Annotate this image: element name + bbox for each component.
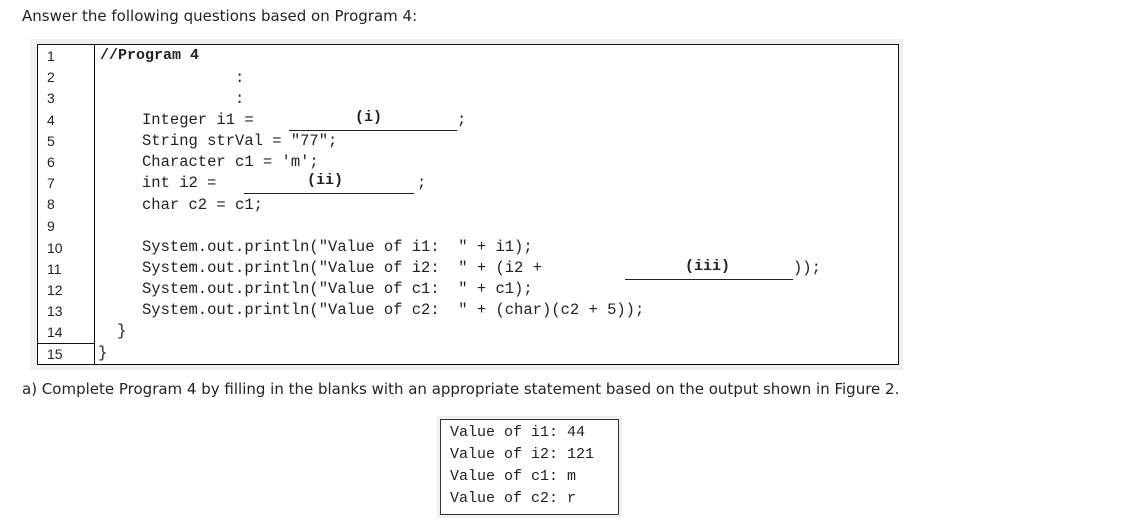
instructions-text: Answer the following questions based on …: [22, 7, 418, 25]
code-line-5: String strVal = "77";: [142, 132, 338, 150]
line-number: 1: [47, 48, 55, 64]
line-number: 8: [47, 196, 55, 212]
blank-line: [289, 130, 457, 131]
code-line-12: System.out.println("Value of c1: " + c1)…: [142, 280, 533, 298]
code-line-7: int i2 =: [142, 174, 217, 192]
line-number: 4: [47, 112, 55, 128]
line-number: 5: [47, 133, 55, 149]
line-number: 12: [47, 282, 63, 298]
line-number: 13: [47, 303, 63, 319]
line-number: 10: [47, 240, 63, 256]
code-line-8: char c2 = c1;: [142, 196, 263, 214]
code-comment: //Program 4: [100, 47, 200, 64]
line-number: 2: [47, 69, 55, 85]
output-line: Value of i2: 121: [450, 446, 595, 463]
blank-label-i: (i): [355, 109, 383, 126]
gutter-separator: [37, 343, 95, 344]
blank-line: [625, 279, 793, 280]
blank-line: [244, 193, 414, 194]
code-line-6: Character c1 = 'm';: [142, 153, 319, 171]
gutter-divider: [94, 44, 95, 365]
line-number: 14: [47, 324, 63, 340]
code-line-10: System.out.println("Value of i1: " + i1)…: [142, 238, 533, 256]
line-number: 15: [47, 346, 63, 362]
line-number: 7: [47, 175, 55, 191]
blank-label-ii: (ii): [307, 172, 344, 189]
blank-label-iii: (iii): [685, 258, 731, 275]
question-a-text: a) Complete Program 4 by filling in the …: [22, 380, 900, 398]
line-number: 11: [47, 261, 62, 277]
output-line: Value of c2: r: [450, 490, 577, 507]
code-closing-brace: }: [117, 322, 127, 340]
line-number: 9: [47, 218, 55, 234]
code-line-13: System.out.println("Value of c2: " + (ch…: [142, 301, 645, 319]
code-closing-parens: ));: [793, 259, 821, 277]
output-line: Value of i1: 44: [450, 424, 586, 441]
output-line: Value of c1: m: [450, 468, 577, 485]
line-number: 3: [47, 90, 55, 106]
line-number: 6: [47, 154, 55, 170]
code-closing-brace: }: [98, 344, 108, 362]
code-ellipsis: :: [235, 90, 245, 108]
code-line-4: Integer i1 =: [142, 111, 254, 129]
code-line-11: System.out.println("Value of i2: " + (i2…: [142, 259, 542, 277]
code-semicolon: ;: [417, 174, 427, 192]
code-semicolon: ;: [457, 111, 467, 129]
code-ellipsis: :: [235, 69, 245, 87]
